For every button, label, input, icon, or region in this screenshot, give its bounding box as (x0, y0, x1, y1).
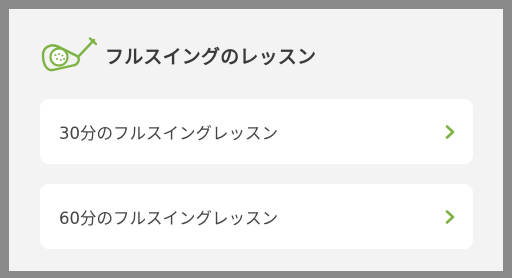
golf-club-ball-icon (41, 37, 97, 72)
chevron-right-icon (445, 124, 455, 139)
lesson-panel: フルスイングのレッスン 30分のフルスイングレッスン 60分のフルスイングレッス… (9, 9, 503, 271)
chevron-right-icon (445, 209, 455, 224)
section-title: フルスイングのレッスン (105, 45, 317, 68)
lesson-item-30min[interactable]: 30分のフルスイングレッスン (40, 99, 473, 164)
lesson-item-60min[interactable]: 60分のフルスイングレッスン (40, 184, 473, 249)
section-header: フルスイングのレッスン (39, 35, 316, 75)
lesson-item-label: 30分のフルスイングレッスン (59, 123, 278, 143)
lesson-item-label: 60分のフルスイングレッスン (59, 208, 278, 228)
